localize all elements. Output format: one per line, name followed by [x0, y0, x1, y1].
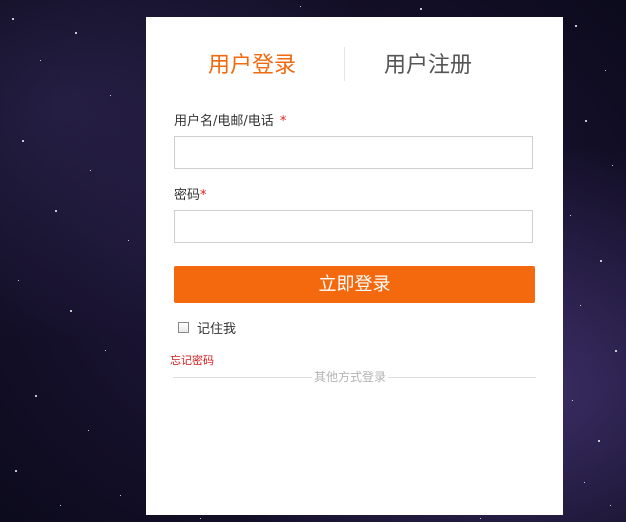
forgot-password-link[interactable]: 忘记密码 [170, 352, 214, 368]
star [598, 440, 600, 442]
star [605, 70, 606, 71]
required-mark: * [200, 188, 207, 203]
password-label: 密码* [174, 188, 207, 204]
star [90, 170, 91, 171]
login-panel: 用户登录 用户注册 用户名/电邮/电话 * 密码* 立即登录 记住我 忘记密码 … [146, 17, 563, 515]
star [610, 505, 611, 506]
star [12, 18, 14, 20]
star [580, 305, 581, 306]
star [60, 505, 61, 506]
remember-label: 记住我 [197, 321, 237, 337]
star [300, 6, 301, 7]
password-label-text: 密码 [174, 188, 201, 203]
star [75, 32, 77, 34]
password-input[interactable] [174, 210, 533, 243]
tab-divider [344, 47, 345, 81]
star [585, 120, 587, 122]
star [120, 495, 121, 496]
star [420, 8, 422, 10]
star [35, 395, 37, 397]
star [128, 240, 129, 241]
remember-checkbox[interactable] [178, 321, 189, 333]
username-label: 用户名/电邮/电话 * [174, 114, 286, 130]
star [88, 430, 89, 431]
star [615, 350, 617, 352]
star [612, 165, 613, 166]
star [584, 482, 585, 483]
star [600, 260, 602, 262]
star [572, 400, 573, 401]
star [200, 518, 201, 519]
star [15, 470, 17, 472]
star [570, 215, 571, 216]
star [110, 95, 111, 96]
star [105, 350, 106, 351]
other-methods-label: 其他方式登录 [312, 370, 389, 384]
star [575, 25, 577, 27]
star [40, 60, 41, 61]
star [480, 518, 481, 519]
required-mark: * [279, 114, 287, 129]
star [70, 310, 72, 312]
star [18, 280, 19, 281]
tab-register[interactable]: 用户注册 [384, 51, 472, 81]
star [22, 140, 24, 142]
star [55, 210, 57, 212]
tab-login[interactable]: 用户登录 [208, 51, 296, 81]
username-label-text: 用户名/电邮/电话 [174, 114, 274, 129]
username-input[interactable] [174, 136, 533, 169]
remember-me[interactable]: 记住我 [178, 319, 237, 337]
login-button[interactable]: 立即登录 [174, 266, 535, 303]
